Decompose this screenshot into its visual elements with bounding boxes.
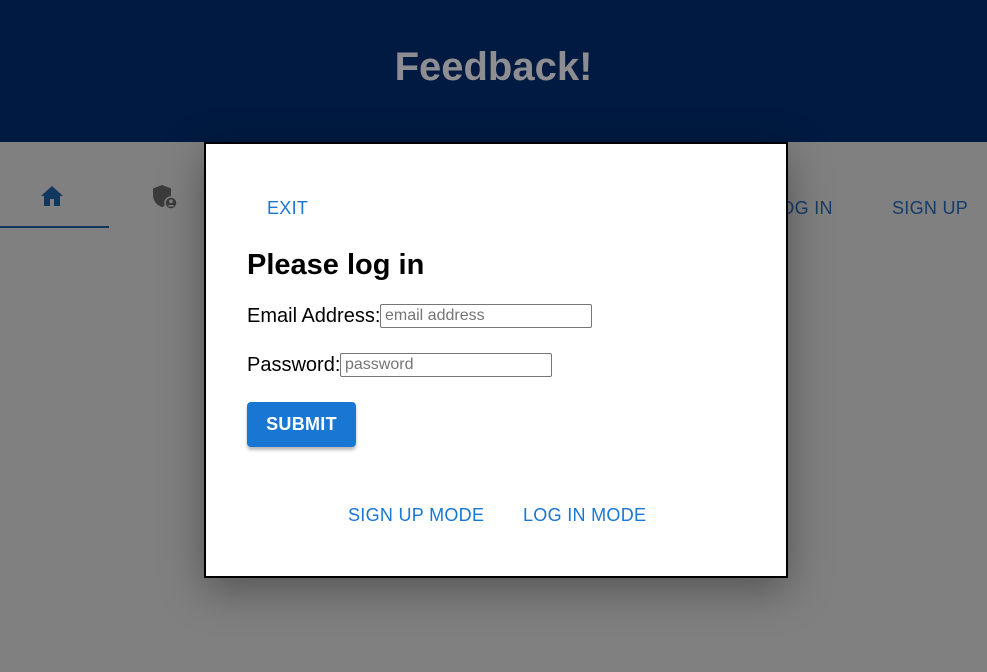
nav-signup-link[interactable]: SIGN UP xyxy=(892,198,968,219)
nav-tab-home[interactable] xyxy=(0,142,109,228)
login-modal: EXIT Please log in Email Address: Passwo… xyxy=(204,142,788,578)
home-icon xyxy=(41,186,63,206)
password-label: Password: xyxy=(247,354,341,376)
exit-button[interactable]: EXIT xyxy=(267,198,308,219)
log-in-mode-button[interactable]: LOG IN MODE xyxy=(523,505,646,526)
admin-shield-icon xyxy=(153,185,178,210)
email-label: Email Address: xyxy=(247,305,381,327)
modal-title: Please log in xyxy=(247,249,425,281)
sign-up-mode-button[interactable]: SIGN UP MODE xyxy=(348,505,484,526)
submit-button[interactable]: SUBMIT xyxy=(247,402,356,447)
app-header: Feedback! xyxy=(0,0,987,142)
app-title: Feedback! xyxy=(394,45,593,89)
password-input[interactable] xyxy=(340,353,552,377)
email-input[interactable] xyxy=(380,304,592,328)
